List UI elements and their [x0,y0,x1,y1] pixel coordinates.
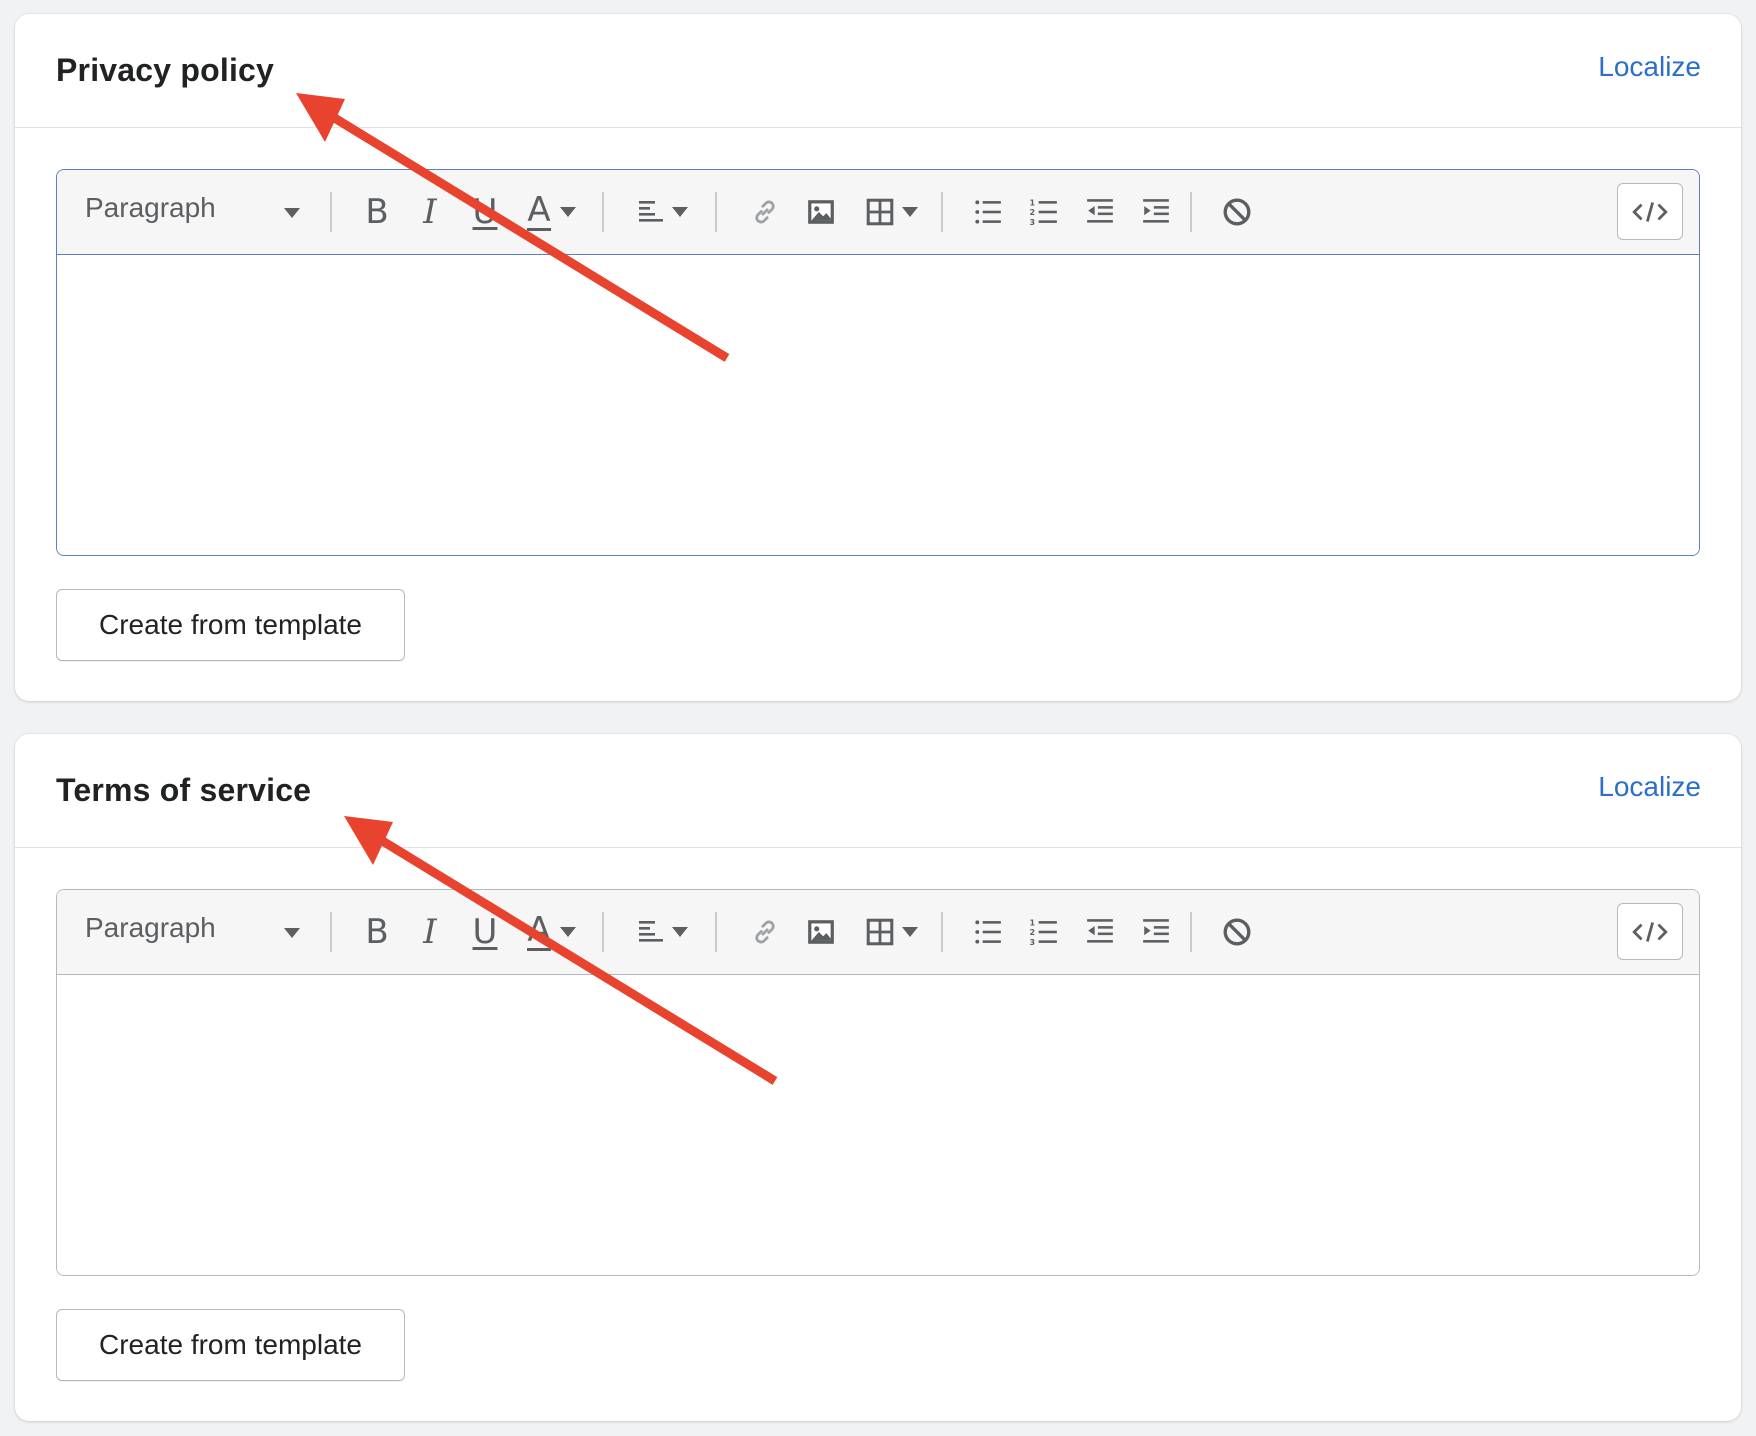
image-button[interactable] [805,910,837,954]
align-left-icon [637,198,665,226]
rich-text-editor: Paragraph B I U A [56,889,1700,1276]
toolbar-separator [941,912,943,952]
underline-button[interactable]: U [467,910,503,954]
editor-toolbar: Paragraph B I U A [57,890,1699,975]
toolbar-separator [1190,192,1192,232]
bold-button[interactable]: B [358,910,396,954]
numbered-list-button[interactable] [1028,190,1060,234]
paragraph-format-dropdown[interactable]: Paragraph [85,192,305,232]
caret-down-icon [901,206,919,218]
caret-down-icon [901,926,919,938]
show-html-button[interactable] [1617,183,1683,240]
terms-of-service-card: Terms of service Localize Paragraph B I … [15,734,1741,1421]
clear-formatting-icon [1222,917,1252,947]
caret-down-icon [671,206,689,218]
page-title: Privacy policy [56,52,275,88]
editor-content-area[interactable] [57,255,1699,555]
toolbar-separator [941,192,943,232]
card-header: Terms of service Localize [15,734,1741,848]
outdent-icon [1085,917,1115,947]
toolbar-separator [715,192,717,232]
toolbar-separator [602,912,604,952]
format-label: Paragraph [85,912,216,943]
text-color-icon: A [527,190,551,231]
numbered-list-button[interactable] [1028,910,1060,954]
format-label: Paragraph [85,192,216,223]
italic-button[interactable]: I [414,190,446,234]
link-button[interactable] [749,910,781,954]
caret-down-icon [283,207,301,219]
clear-formatting-button[interactable] [1221,910,1253,954]
italic-icon: I [423,912,437,952]
localize-link[interactable]: Localize [1598,771,1701,803]
numbered-list-icon [1029,917,1059,947]
bold-icon: B [365,192,389,232]
image-button[interactable] [805,190,837,234]
toolbar-separator [602,192,604,232]
clear-formatting-button[interactable] [1221,190,1253,234]
outdent-button[interactable] [1084,190,1116,234]
text-color-icon: A [527,910,551,951]
indent-button[interactable] [1140,190,1172,234]
caret-down-icon [559,926,577,938]
indent-icon [1141,917,1171,947]
italic-icon: I [423,192,437,232]
code-view-icon [1631,919,1669,945]
create-from-template-button[interactable]: Create from template [56,589,405,661]
bold-button[interactable]: B [358,190,396,234]
bullet-list-button[interactable] [972,910,1004,954]
caret-down-icon [283,927,301,939]
underline-button[interactable]: U [467,190,503,234]
toolbar-separator [330,912,332,952]
bullet-list-icon [973,197,1003,227]
toolbar-separator [1190,912,1192,952]
align-button[interactable] [632,190,694,234]
underline-icon: U [472,192,498,232]
table-icon [865,197,895,227]
indent-icon [1141,197,1171,227]
caret-down-icon [671,926,689,938]
text-color-button[interactable]: A [521,910,583,954]
link-icon [750,197,780,227]
bullet-list-icon [973,917,1003,947]
localize-link[interactable]: Localize [1598,51,1701,83]
create-from-template-button[interactable]: Create from template [56,1309,405,1381]
table-icon [865,917,895,947]
editor-content-area[interactable] [57,975,1699,1275]
numbered-list-icon [1029,197,1059,227]
italic-button[interactable]: I [414,910,446,954]
table-button[interactable] [861,910,923,954]
align-button[interactable] [632,910,694,954]
link-button[interactable] [749,190,781,234]
align-left-icon [637,918,665,946]
caret-down-icon [559,206,577,218]
card-header: Privacy policy Localize [15,14,1741,128]
underline-icon: U [472,912,498,952]
code-view-icon [1631,199,1669,225]
outdent-button[interactable] [1084,910,1116,954]
show-html-button[interactable] [1617,903,1683,960]
outdent-icon [1085,197,1115,227]
privacy-policy-card: Privacy policy Localize Paragraph B I U … [15,14,1741,701]
bold-icon: B [365,912,389,952]
image-icon [806,917,836,947]
editor-toolbar: Paragraph B I U A [57,170,1699,255]
toolbar-separator [330,192,332,232]
text-color-button[interactable]: A [521,190,583,234]
table-button[interactable] [861,190,923,234]
rich-text-editor: Paragraph B I U A [56,169,1700,556]
paragraph-format-dropdown[interactable]: Paragraph [85,912,305,952]
image-icon [806,197,836,227]
bullet-list-button[interactable] [972,190,1004,234]
link-icon [750,917,780,947]
indent-button[interactable] [1140,910,1172,954]
page-title: Terms of service [56,772,312,808]
clear-formatting-icon [1222,197,1252,227]
toolbar-separator [715,912,717,952]
